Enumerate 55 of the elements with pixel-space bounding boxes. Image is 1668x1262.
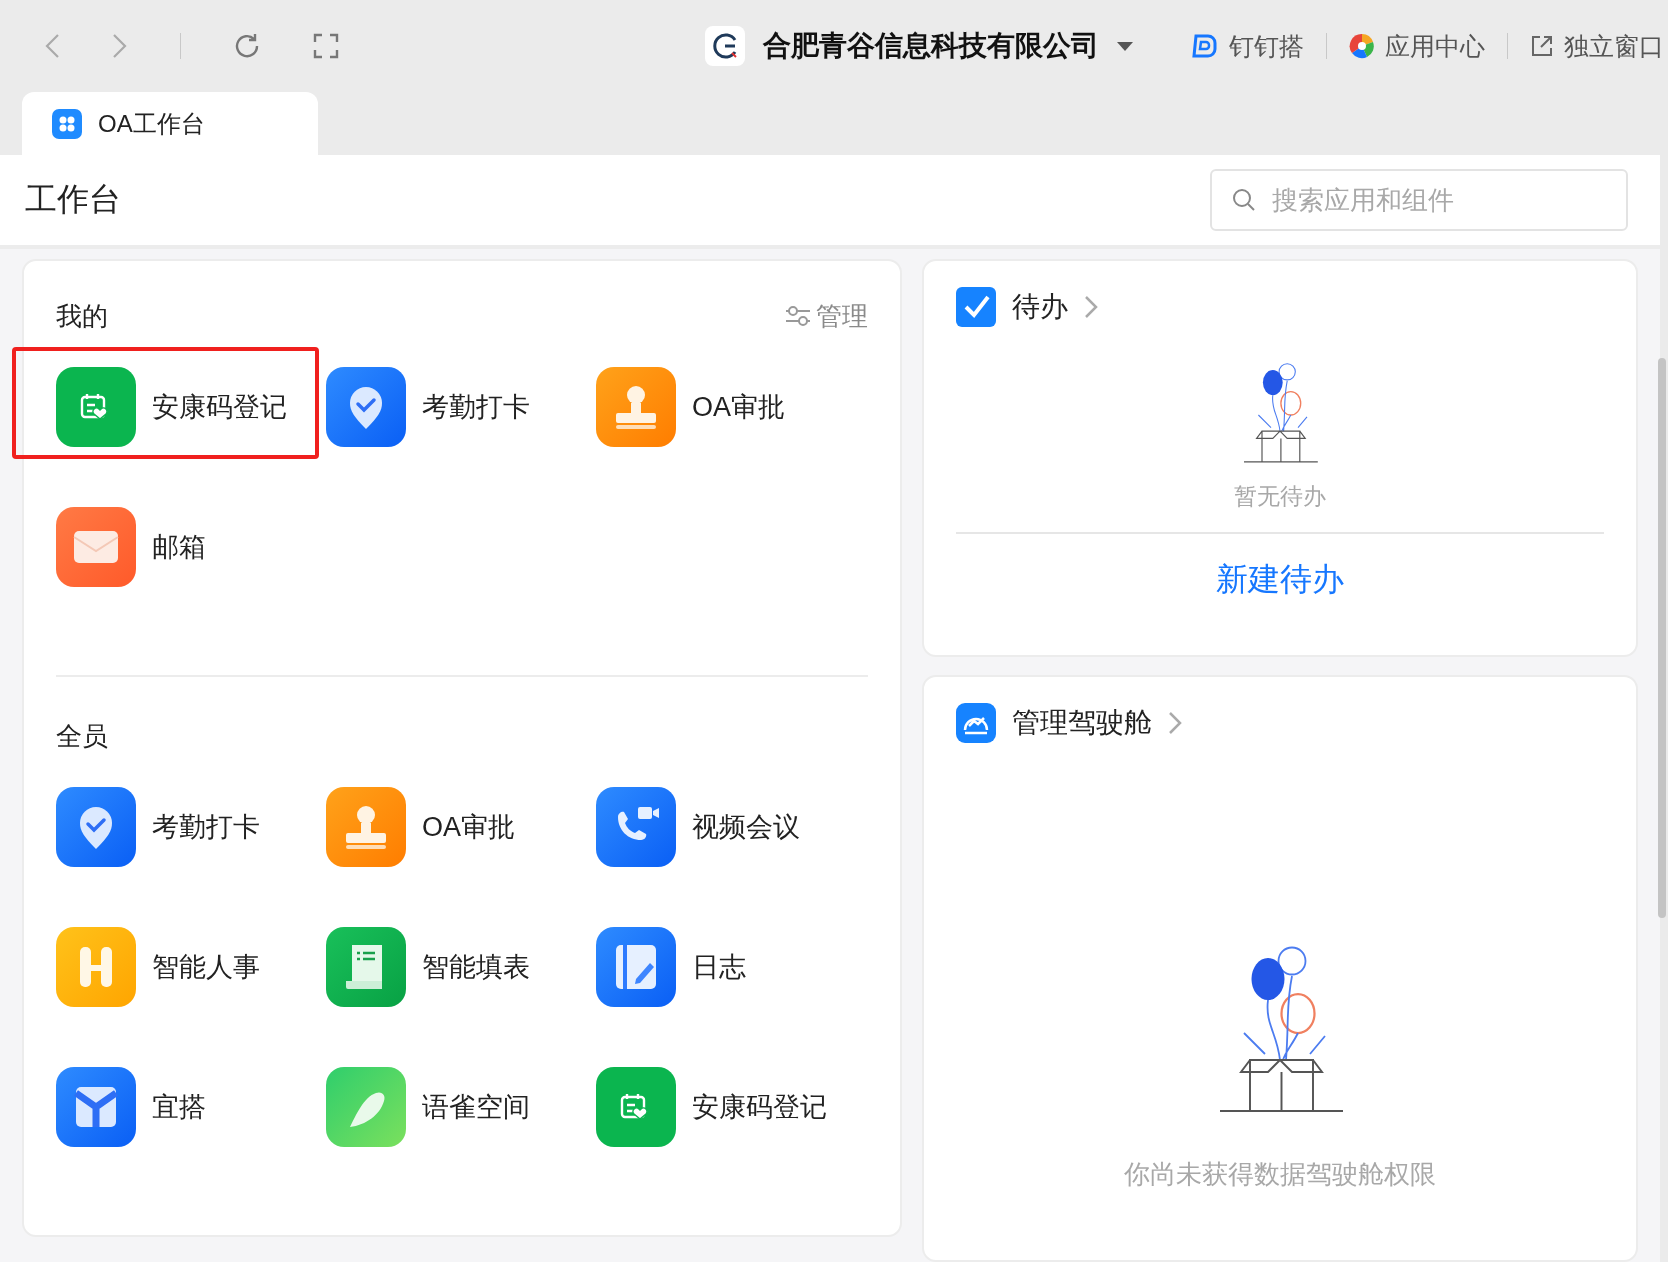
external-window-icon [1530,34,1554,58]
app-icon [56,927,136,1007]
toolbar-link[interactable]: 钉钉搭 [1169,29,1326,63]
checkbox-icon [956,287,996,327]
app-center-logo-icon [1349,33,1375,59]
grid-icon [52,108,82,139]
app-icon [596,1067,676,1147]
company-logo-icon [705,26,745,66]
fullscreen-icon[interactable] [313,33,339,59]
scrollbar[interactable] [1658,358,1666,918]
toolbar-link[interactable]: 独立窗口 [1508,29,1668,63]
page-title: 工作台 [25,180,121,219]
app-tile[interactable]: OA审批 [326,787,596,867]
sliders-icon [784,304,812,328]
empty-message: 你尚未获得数据驾驶舱权限 [1124,1158,1436,1191]
empty-message: 暂无待办 [1234,482,1326,511]
app-icon [596,367,676,447]
card-title: 管理驾驶舱 [1012,706,1152,740]
app-tile[interactable]: 语雀空间 [326,1067,596,1147]
app-tile[interactable]: OA审批 [596,367,866,447]
section-title: 全员 [56,719,108,753]
app-icon [326,1067,406,1147]
chevron-right-icon [1084,295,1098,319]
dingda-logo-icon [1191,32,1219,60]
gauge-icon [956,703,996,743]
browser-tab[interactable]: OA工作台 [22,92,318,155]
app-icon [596,787,676,867]
app-icon [56,507,136,587]
app-icon [56,367,136,447]
app-tile[interactable]: 安康码登记 [596,1067,866,1147]
app-icon [596,927,676,1007]
toolbar-link[interactable]: 应用中心 [1327,29,1507,63]
search-icon [1232,188,1256,212]
app-icon [56,787,136,867]
back-icon[interactable] [44,33,60,59]
app-icon [56,1067,136,1147]
app-tile[interactable]: 智能填表 [326,927,596,1007]
app-tile[interactable]: 日志 [596,927,866,1007]
search-field[interactable]: 搜索应用和组件 [1210,169,1628,231]
app-icon [326,927,406,1007]
app-tile[interactable]: 考勤打卡 [56,787,326,867]
chevron-right-icon [1168,711,1182,735]
new-todo-button[interactable]: 新建待办 [1216,534,1344,626]
app-tile[interactable]: 考勤打卡 [326,367,596,447]
app-tile[interactable]: 邮箱 [56,507,326,587]
forward-icon[interactable] [112,33,128,59]
section-title: 我的 [56,299,108,333]
app-tile[interactable]: 智能人事 [56,927,326,1007]
app-tile[interactable]: 宜搭 [56,1067,326,1147]
app-icon [326,787,406,867]
card-title: 待办 [1012,290,1068,324]
company-name: 合肥青谷信息科技有限公司 [763,29,1099,63]
app-icon [326,367,406,447]
reload-icon[interactable] [233,32,261,60]
app-tile[interactable]: 视频会议 [596,787,866,867]
